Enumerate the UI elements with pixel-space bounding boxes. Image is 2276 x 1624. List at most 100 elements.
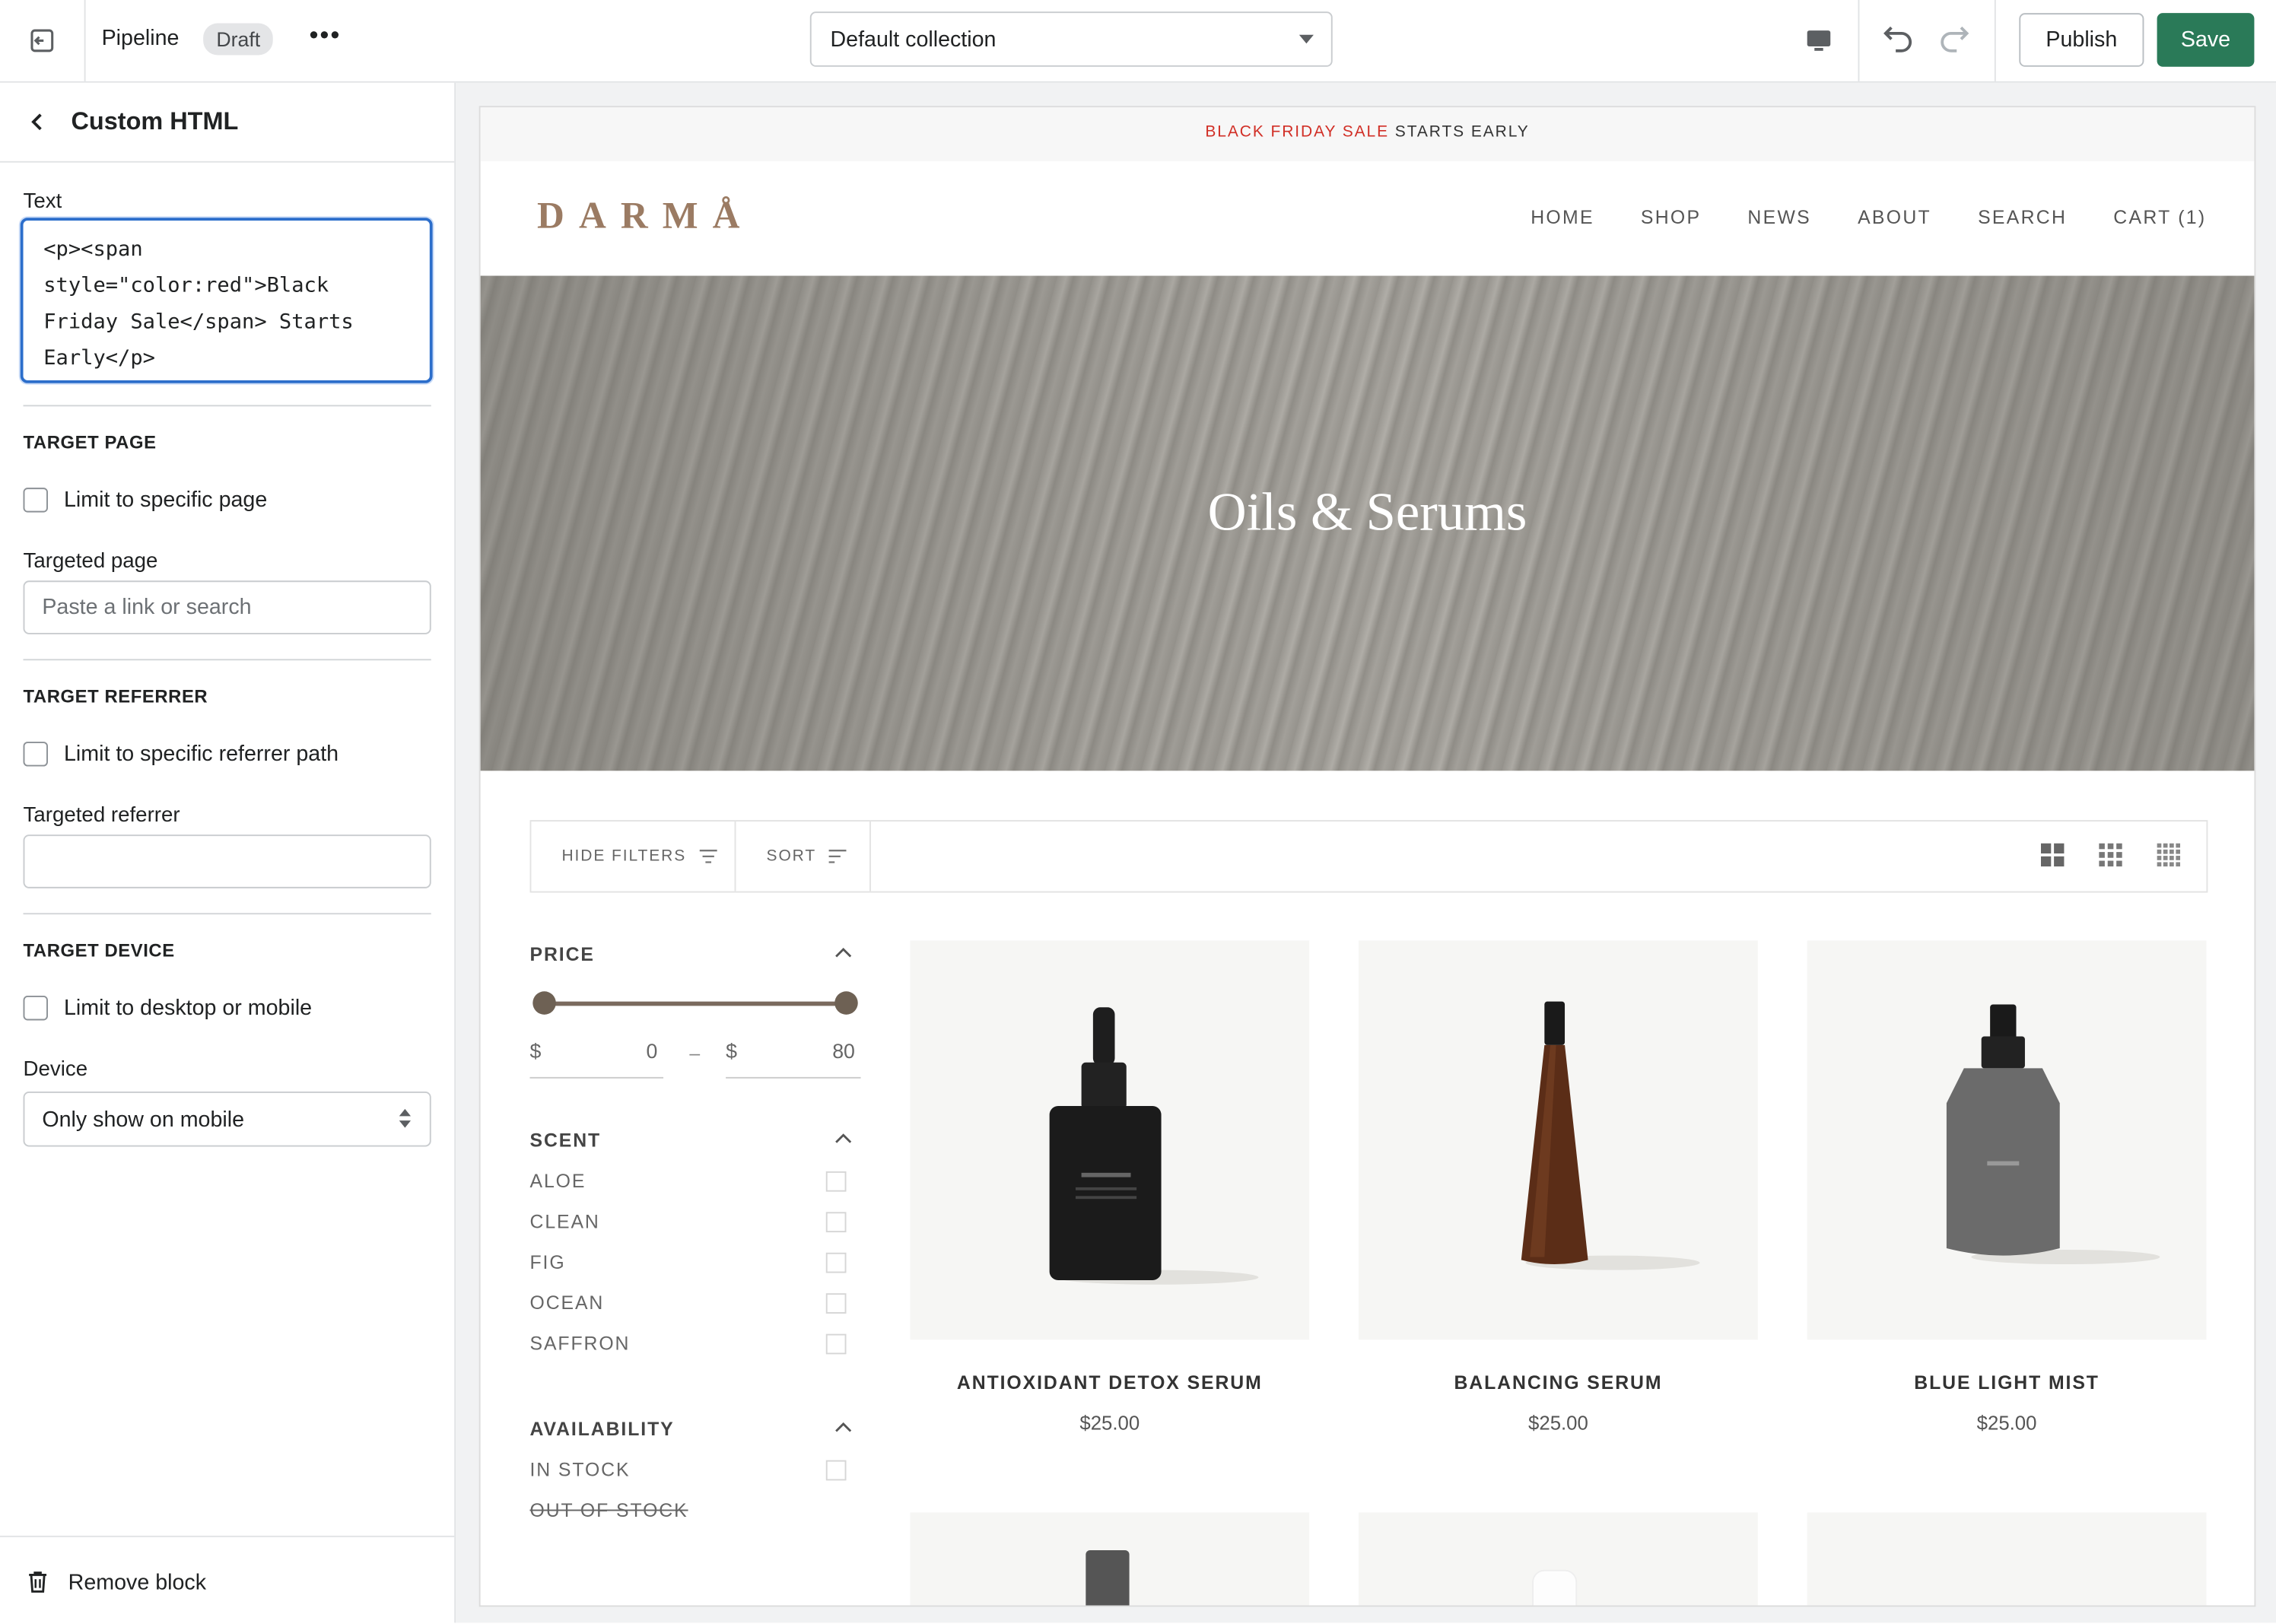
- scent-checkbox[interactable]: [825, 1333, 847, 1355]
- nav-cart[interactable]: CART (1): [2113, 206, 2206, 228]
- price-min-input[interactable]: $ 0: [529, 1039, 664, 1079]
- chevron-up-icon[interactable]: [834, 1132, 852, 1143]
- trash-icon: [29, 1572, 47, 1593]
- chevron-up-icon[interactable]: [834, 1421, 852, 1432]
- remove-block-button[interactable]: Remove block: [24, 1569, 206, 1595]
- hide-filters-button[interactable]: HIDE FILTERS: [561, 822, 718, 891]
- nav-about[interactable]: ABOUT: [1858, 206, 1931, 228]
- divider: [734, 822, 736, 891]
- target-page-heading: TARGET PAGE: [23, 432, 157, 453]
- scent-checkbox[interactable]: [825, 1293, 847, 1314]
- product-card[interactable]: [1807, 1512, 2207, 1606]
- availability-checkbox[interactable]: [825, 1460, 847, 1481]
- limit-page-checkbox[interactable]: Limit to specific page: [23, 488, 268, 513]
- nav-search[interactable]: SEARCH: [1978, 206, 2067, 228]
- device-toggle-button[interactable]: [1779, 0, 1860, 81]
- save-button[interactable]: Save: [2157, 13, 2255, 67]
- checkbox-box[interactable]: [23, 742, 48, 767]
- product-card[interactable]: [910, 1512, 1310, 1606]
- product-price: $25.00: [1079, 1412, 1140, 1435]
- limit-referrer-checkbox[interactable]: Limit to specific referrer path: [23, 742, 339, 767]
- targeted-page-label: Targeted page: [23, 550, 158, 574]
- limit-device-checkbox[interactable]: Limit to desktop or mobile: [23, 996, 312, 1021]
- availability-filter-heading[interactable]: AVAILABILITY: [529, 1418, 674, 1440]
- scent-checkbox[interactable]: [825, 1252, 847, 1273]
- price-filter-heading[interactable]: PRICE: [529, 943, 594, 965]
- product-card[interactable]: BALANCING SERUM $25.00: [1359, 940, 1758, 1435]
- divider: [869, 822, 871, 891]
- html-text-area[interactable]: <p><span style="color:red">Black Friday …: [20, 218, 433, 383]
- nav-home[interactable]: HOME: [1531, 206, 1594, 228]
- sidebar-footer: Remove block: [0, 1535, 455, 1624]
- nav-news[interactable]: NEWS: [1747, 206, 1811, 228]
- more-actions-button[interactable]: •••: [309, 21, 341, 51]
- price-max-input[interactable]: $ 80: [726, 1039, 861, 1079]
- chevron-up-icon[interactable]: [834, 946, 852, 958]
- redo-icon[interactable]: [1937, 22, 1972, 57]
- target-device-heading: TARGET DEVICE: [23, 940, 175, 961]
- price-slider-min-handle[interactable]: [532, 991, 556, 1015]
- product-name[interactable]: BALANCING SERUM: [1359, 1371, 1758, 1394]
- scent-filter-heading[interactable]: SCENT: [529, 1130, 601, 1152]
- currency-symbol: $: [726, 1039, 737, 1063]
- collection-select[interactable]: Default collection: [809, 11, 1333, 67]
- settings-sidebar: Custom HTML Text <p><span style="color:r…: [0, 82, 456, 1624]
- grid-2-icon[interactable]: [2040, 843, 2065, 867]
- collection-title: Oils & Serums: [1207, 483, 1527, 543]
- product-card[interactable]: BLUE LIGHT MIST $25.00: [1807, 940, 2207, 1435]
- grid-3-icon[interactable]: [2099, 843, 2122, 867]
- scent-option-ocean[interactable]: OCEAN: [529, 1292, 604, 1314]
- product-card[interactable]: [1359, 1512, 1758, 1606]
- filter-lines-icon: [699, 850, 717, 863]
- price-slider-max-handle[interactable]: [834, 991, 858, 1015]
- exit-button[interactable]: [0, 0, 86, 81]
- desktop-icon: [1807, 30, 1831, 51]
- scent-checkbox[interactable]: [825, 1212, 847, 1233]
- product-image[interactable]: [1807, 940, 2207, 1340]
- theme-name: Pipeline: [101, 26, 180, 51]
- dropper-bottle-image: [1049, 1007, 1259, 1285]
- sidebar-title: Custom HTML: [71, 107, 239, 135]
- targeted-page-input[interactable]: [23, 580, 431, 634]
- collection-select-value: Default collection: [830, 27, 997, 52]
- store-preview: BLACK FRIDAY SALE STARTS EARLY DARMÅ HOM…: [480, 107, 2255, 1606]
- sidebar-header: Custom HTML: [0, 83, 455, 163]
- store-logo[interactable]: DARMÅ: [537, 195, 755, 238]
- checkbox-box[interactable]: [23, 996, 48, 1021]
- remove-block-label: Remove block: [68, 1569, 207, 1595]
- product-price: $25.00: [1976, 1412, 2037, 1435]
- product-image[interactable]: [910, 940, 1310, 1340]
- announcement-bar[interactable]: BLACK FRIDAY SALE STARTS EARLY: [480, 107, 2255, 161]
- product-name[interactable]: ANTIOXIDANT DETOX SERUM: [910, 1371, 1309, 1394]
- scent-option-clean[interactable]: CLEAN: [529, 1210, 599, 1232]
- hide-filters-label: HIDE FILTERS: [561, 847, 687, 866]
- product-card[interactable]: ANTIOXIDANT DETOX SERUM $25.00: [910, 940, 1310, 1435]
- nav-shop[interactable]: SHOP: [1641, 206, 1701, 228]
- device-label: Device: [23, 1058, 88, 1082]
- store-nav: HOME SHOP NEWS ABOUT SEARCH CART (1): [1531, 206, 2206, 228]
- limit-referrer-label: Limit to specific referrer path: [63, 742, 339, 767]
- product-price: $25.00: [1528, 1412, 1588, 1435]
- undo-icon[interactable]: [1881, 22, 1916, 57]
- editor-topbar: Pipeline Draft ••• Default collection Pu…: [0, 0, 2276, 83]
- scent-option-aloe[interactable]: ALOE: [529, 1170, 586, 1192]
- scent-checkbox[interactable]: [825, 1171, 847, 1192]
- product-image[interactable]: [1359, 940, 1758, 1340]
- checkbox-box[interactable]: [23, 488, 48, 513]
- publish-button[interactable]: Publish: [2019, 13, 2144, 67]
- price-slider-track[interactable]: [544, 1001, 847, 1006]
- scent-option-saffron[interactable]: SAFFRON: [529, 1333, 630, 1355]
- availability-in-stock[interactable]: IN STOCK: [529, 1459, 630, 1481]
- device-select[interactable]: Only show on mobile: [23, 1091, 431, 1147]
- sort-lines-icon: [829, 850, 847, 863]
- back-arrow-icon[interactable]: [26, 110, 49, 134]
- grid-4-icon[interactable]: [2157, 843, 2181, 867]
- divider: [1994, 0, 1996, 81]
- targeted-referrer-input[interactable]: [23, 834, 431, 888]
- sort-label: SORT: [766, 847, 817, 866]
- product-name[interactable]: BLUE LIGHT MIST: [1807, 1371, 2207, 1394]
- divider: [23, 913, 431, 915]
- price-range-dash: –: [689, 1042, 701, 1064]
- scent-option-fig[interactable]: FIG: [529, 1251, 565, 1273]
- sort-button[interactable]: SORT: [767, 822, 849, 891]
